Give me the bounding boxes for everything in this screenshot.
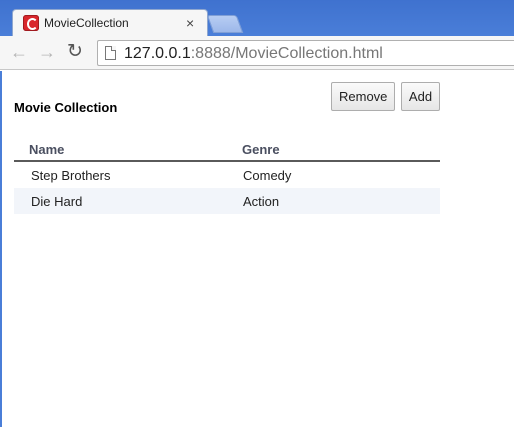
browser-tab[interactable]: MovieCollection × (12, 9, 208, 37)
remove-button[interactable]: Remove (331, 82, 395, 111)
page-viewport: Movie Collection Remove Add Name Genre S… (0, 71, 514, 427)
movie-genre-cell: Comedy (243, 168, 292, 183)
forward-arrow-icon[interactable]: → (38, 41, 56, 63)
new-tab-button[interactable] (206, 15, 244, 33)
close-tab-icon[interactable]: × (186, 14, 194, 32)
page-title: Movie Collection (14, 100, 118, 115)
url-path: :8888/MovieCollection.html (190, 45, 383, 62)
movie-grid: Name Genre Step Brothers Comedy Die Hard… (14, 140, 440, 214)
browser-tabstrip: MovieCollection × (0, 0, 514, 37)
table-row[interactable]: Die Hard Action (14, 188, 440, 214)
movie-name-cell: Die Hard (31, 194, 83, 209)
reload-icon[interactable]: ↻ (67, 41, 83, 63)
app-favicon-icon (23, 15, 39, 31)
column-header-name[interactable]: Name (29, 142, 64, 157)
url-host: 127.0.0.1 (124, 45, 191, 62)
table-row[interactable]: Step Brothers Comedy (14, 162, 440, 188)
tab-title: MovieCollection (44, 16, 129, 30)
movie-genre-cell: Action (243, 194, 280, 209)
add-button[interactable]: Add (401, 82, 440, 111)
movie-name-cell: Step Brothers (31, 168, 111, 183)
grid-header: Name Genre (14, 140, 440, 162)
back-arrow-icon[interactable]: ← (10, 41, 28, 63)
browser-toolbar: ← → ↻ 127.0.0.1:8888/MovieCollection.htm… (0, 36, 514, 70)
column-header-genre[interactable]: Genre (242, 142, 280, 157)
address-bar[interactable]: 127.0.0.1:8888/MovieCollection.html (97, 40, 514, 66)
url-text: 127.0.0.1:8888/MovieCollection.html (124, 45, 383, 63)
page-icon (105, 46, 116, 60)
